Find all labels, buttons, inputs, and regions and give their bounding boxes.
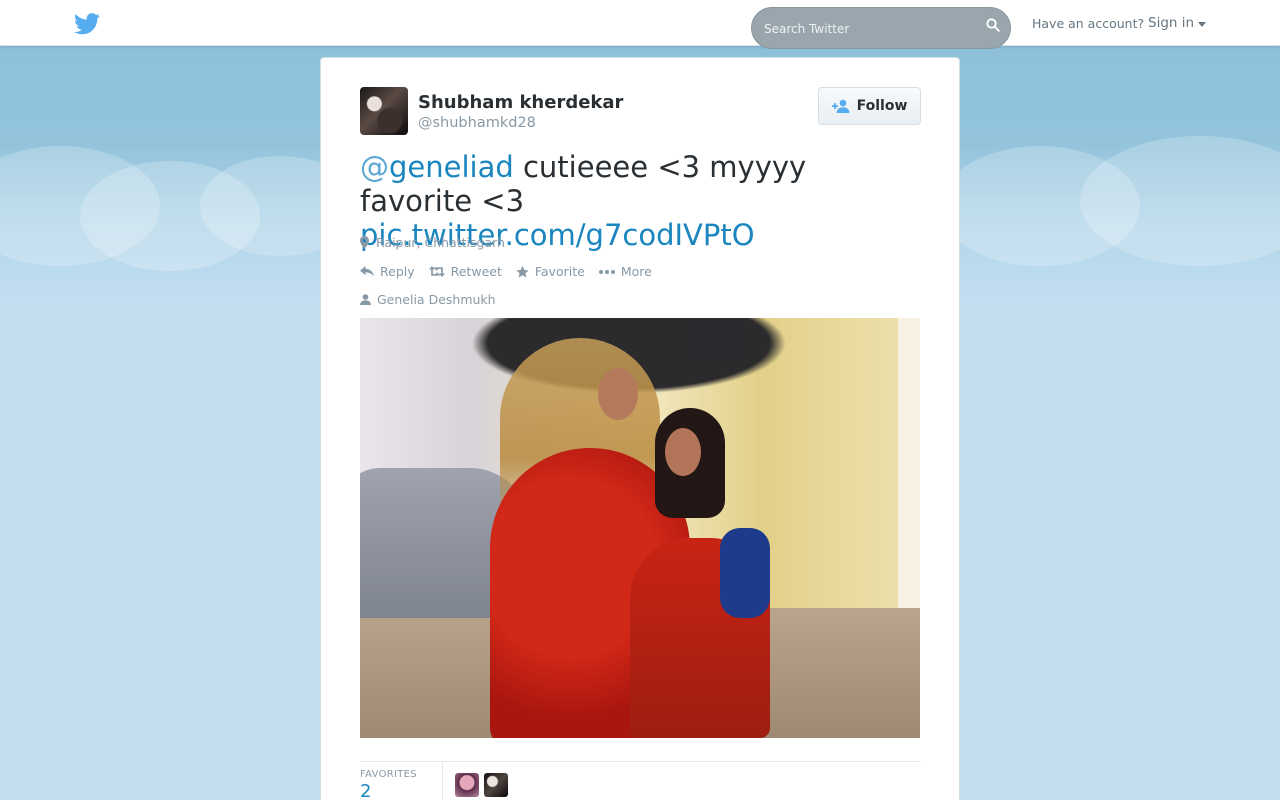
follow-label: Follow [856,98,908,114]
favorite-action[interactable]: Favorite [516,264,585,279]
retweet-icon [428,266,445,277]
author-avatar[interactable] [360,87,408,135]
reply-action[interactable]: Reply [360,264,415,279]
favorite-label[interactable]: Favorite [535,264,585,279]
author-username[interactable]: @shubhamkd28 [418,115,536,131]
twitter-bird-icon[interactable] [74,13,100,35]
add-user-icon [831,99,850,113]
signin-dropdown[interactable]: Sign in [1148,15,1207,31]
tweet-actions: Reply Retweet Favorite More [360,264,652,279]
author-fullname[interactable]: Shubham kherdekar [418,92,623,113]
stats-divider [360,761,921,762]
tagged-people[interactable]: Genelia Deshmukh [360,292,496,307]
location-pin-icon [360,236,369,249]
favoriter-avatar[interactable] [455,773,479,797]
mention-link[interactable]: @geneliad [360,150,514,184]
top-navigation-bar: Have an account? Sign in [0,0,1280,49]
tagged-person-name[interactable]: Genelia Deshmukh [377,292,496,307]
signin-label[interactable]: Sign in [1148,15,1194,31]
location-label[interactable]: Raipur, Chhattisgarh [376,235,505,250]
more-dots-icon [598,269,615,274]
have-account-text: Have an account? [1032,16,1145,31]
follow-button[interactable]: Follow [818,87,921,125]
tweet-card: Shubham kherdekar @shubhamkd28 Follow @g… [320,57,960,800]
tweet-photo[interactable] [360,318,920,738]
star-icon [516,265,529,278]
more-label[interactable]: More [621,264,652,279]
reply-icon [360,266,374,277]
search-input[interactable] [764,19,974,39]
favorites-count[interactable]: 2 [360,781,371,800]
retweet-action[interactable]: Retweet [428,264,502,279]
more-action[interactable]: More [598,264,652,279]
retweet-label[interactable]: Retweet [451,264,502,279]
search-box [751,7,1011,49]
search-icon[interactable] [986,18,1000,32]
favoriter-avatar[interactable] [484,773,508,797]
tweet-location[interactable]: Raipur, Chhattisgarh [360,235,505,250]
reply-label[interactable]: Reply [380,264,415,279]
mention-name: geneliad [389,150,514,184]
person-icon [360,294,371,305]
favorites-label: FAVORITES [360,769,417,780]
stats-separator [442,761,443,800]
mention-at-symbol: @ [360,150,389,184]
caret-down-icon[interactable] [1198,21,1207,27]
